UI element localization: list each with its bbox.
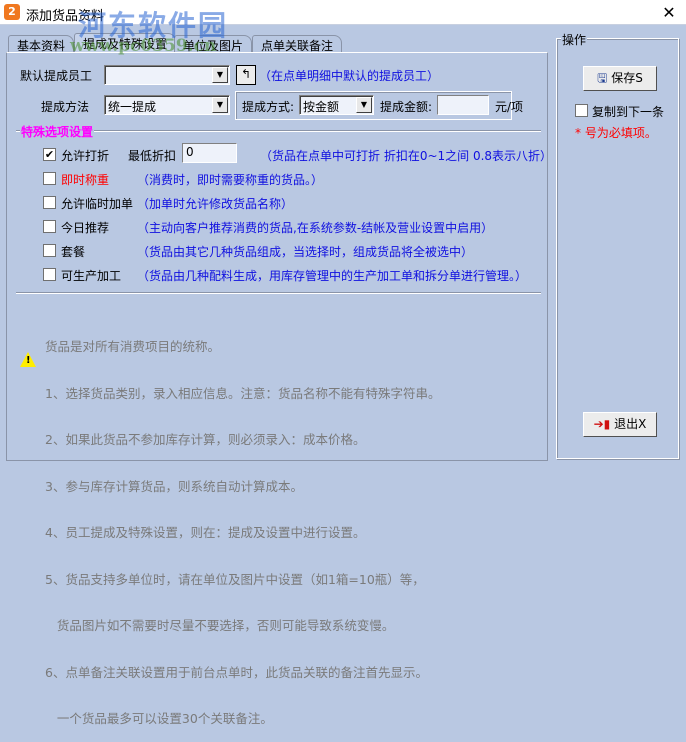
divider bbox=[16, 130, 541, 132]
default-employee-select[interactable]: ▼ bbox=[104, 65, 230, 85]
min-discount-label: 最低折扣 bbox=[128, 149, 177, 163]
set-meal-label: 套餐 bbox=[61, 245, 86, 259]
notes: 货品是对所有消费项目的统称。 1、选择货品类别，录入相应信息。注意：货品名称不能… bbox=[45, 308, 440, 742]
note-line: 2、如果此货品不参加库存计算，则必须录入：成本价格。 bbox=[45, 432, 366, 447]
mode-label: 提成方式: bbox=[242, 100, 295, 114]
watermark-url: www.pc0359.cn bbox=[70, 36, 217, 56]
note-line: 3、参与库存计算货品，则系统自动计算成本。 bbox=[45, 478, 303, 494]
default-employee-label: 默认提成员工 bbox=[20, 69, 93, 83]
allow-discount-checkbox[interactable]: ✔ bbox=[43, 148, 56, 161]
special-options-title: 特殊选项设置 bbox=[20, 123, 95, 140]
allow-discount-label: 允许打折 bbox=[61, 149, 110, 163]
app-icon: 2 bbox=[4, 4, 20, 20]
note-line: 6、点单备注关联设置用于前台点单时，此货品关联的备注首先显示。 bbox=[45, 664, 428, 680]
exit-label: 退出X bbox=[614, 417, 647, 431]
chevron-down-icon: ▼ bbox=[212, 97, 228, 113]
min-discount-input[interactable]: 0 bbox=[182, 143, 237, 163]
temp-add-label: 允许临时加单 bbox=[61, 197, 134, 211]
today-recommend-hint: （主动向客户推荐消费的货品,在系统参数-结帐及营业设置中启用） bbox=[137, 221, 494, 235]
note-line: 货品图片如不需要时尽量不要选择，否则可能导致系统变慢。 bbox=[45, 618, 395, 633]
instant-weigh-checkbox[interactable] bbox=[43, 172, 56, 185]
required-note: * 号为必填项。 bbox=[575, 126, 657, 140]
actions-group bbox=[556, 38, 679, 459]
today-recommend-checkbox[interactable] bbox=[43, 220, 56, 233]
save-icon: 🖫 bbox=[597, 71, 608, 85]
amount-input[interactable] bbox=[437, 95, 489, 115]
chevron-down-icon: ▼ bbox=[212, 67, 228, 83]
production-hint: （货品由几种配料生成，用库存管理中的生产加工单和拆分单进行管理。） bbox=[137, 269, 528, 283]
return-icon[interactable]: ↰ bbox=[236, 65, 256, 85]
amount-unit: 元/项 bbox=[495, 100, 524, 114]
mode-select[interactable]: 按金额 ▼ bbox=[299, 95, 374, 115]
exit-button[interactable]: ➔▮ 退出X bbox=[583, 412, 657, 437]
exit-door-icon: ➔▮ bbox=[593, 417, 611, 431]
temp-add-hint: （加单时允许修改货品名称） bbox=[137, 197, 294, 211]
set-meal-hint: （货品由其它几种货品组成，当选择时，组成货品将全被选中） bbox=[137, 245, 474, 259]
tab-basic[interactable]: 基本资料 bbox=[8, 35, 75, 53]
warning-icon-mark: ! bbox=[26, 355, 31, 366]
tab-order-notes[interactable]: 点单关联备注 bbox=[252, 35, 343, 53]
production-checkbox[interactable] bbox=[43, 268, 56, 281]
amount-label: 提成金额: bbox=[380, 100, 433, 114]
set-meal-checkbox[interactable] bbox=[43, 244, 56, 257]
temp-add-checkbox[interactable] bbox=[43, 196, 56, 209]
instant-weigh-hint: （消费时，即时需要称重的货品。） bbox=[137, 173, 324, 187]
save-label: 保存S bbox=[611, 71, 643, 85]
allow-discount-hint: （货品在点单中可打折 折扣在0~1之间 0.8表示八折） bbox=[260, 149, 553, 163]
instant-weigh-label: 即时称重 bbox=[61, 173, 110, 187]
copy-next-label: 复制到下一条 bbox=[592, 105, 665, 119]
method-select[interactable]: 统一提成 ▼ bbox=[104, 95, 230, 115]
save-button[interactable]: 🖫 保存S bbox=[583, 66, 657, 91]
note-line: 5、货品支持多单位时，请在单位及图片中设置（如1箱=10瓶）等， bbox=[45, 571, 425, 587]
chevron-down-icon: ▼ bbox=[356, 97, 372, 113]
note-line: 4、员工提成及特殊设置，则在：提成及设置中进行设置。 bbox=[45, 525, 366, 540]
copy-next-checkbox[interactable] bbox=[575, 104, 588, 117]
divider bbox=[16, 292, 541, 294]
note-line: 一个货品最多可以设置30个关联备注。 bbox=[45, 711, 273, 726]
note-line: 1、选择货品类别，录入相应信息。注意：货品名称不能有特殊字符串。 bbox=[45, 385, 441, 401]
today-recommend-label: 今日推荐 bbox=[61, 221, 110, 235]
actions-title: 操作 bbox=[561, 31, 588, 48]
default-employee-hint: （在点单明细中默认的提成员工） bbox=[259, 69, 440, 83]
close-button[interactable]: ✕ bbox=[652, 0, 686, 25]
method-label: 提成方法 bbox=[41, 100, 90, 114]
note-line: 货品是对所有消费项目的统称。 bbox=[45, 339, 221, 354]
production-label: 可生产加工 bbox=[61, 269, 122, 283]
